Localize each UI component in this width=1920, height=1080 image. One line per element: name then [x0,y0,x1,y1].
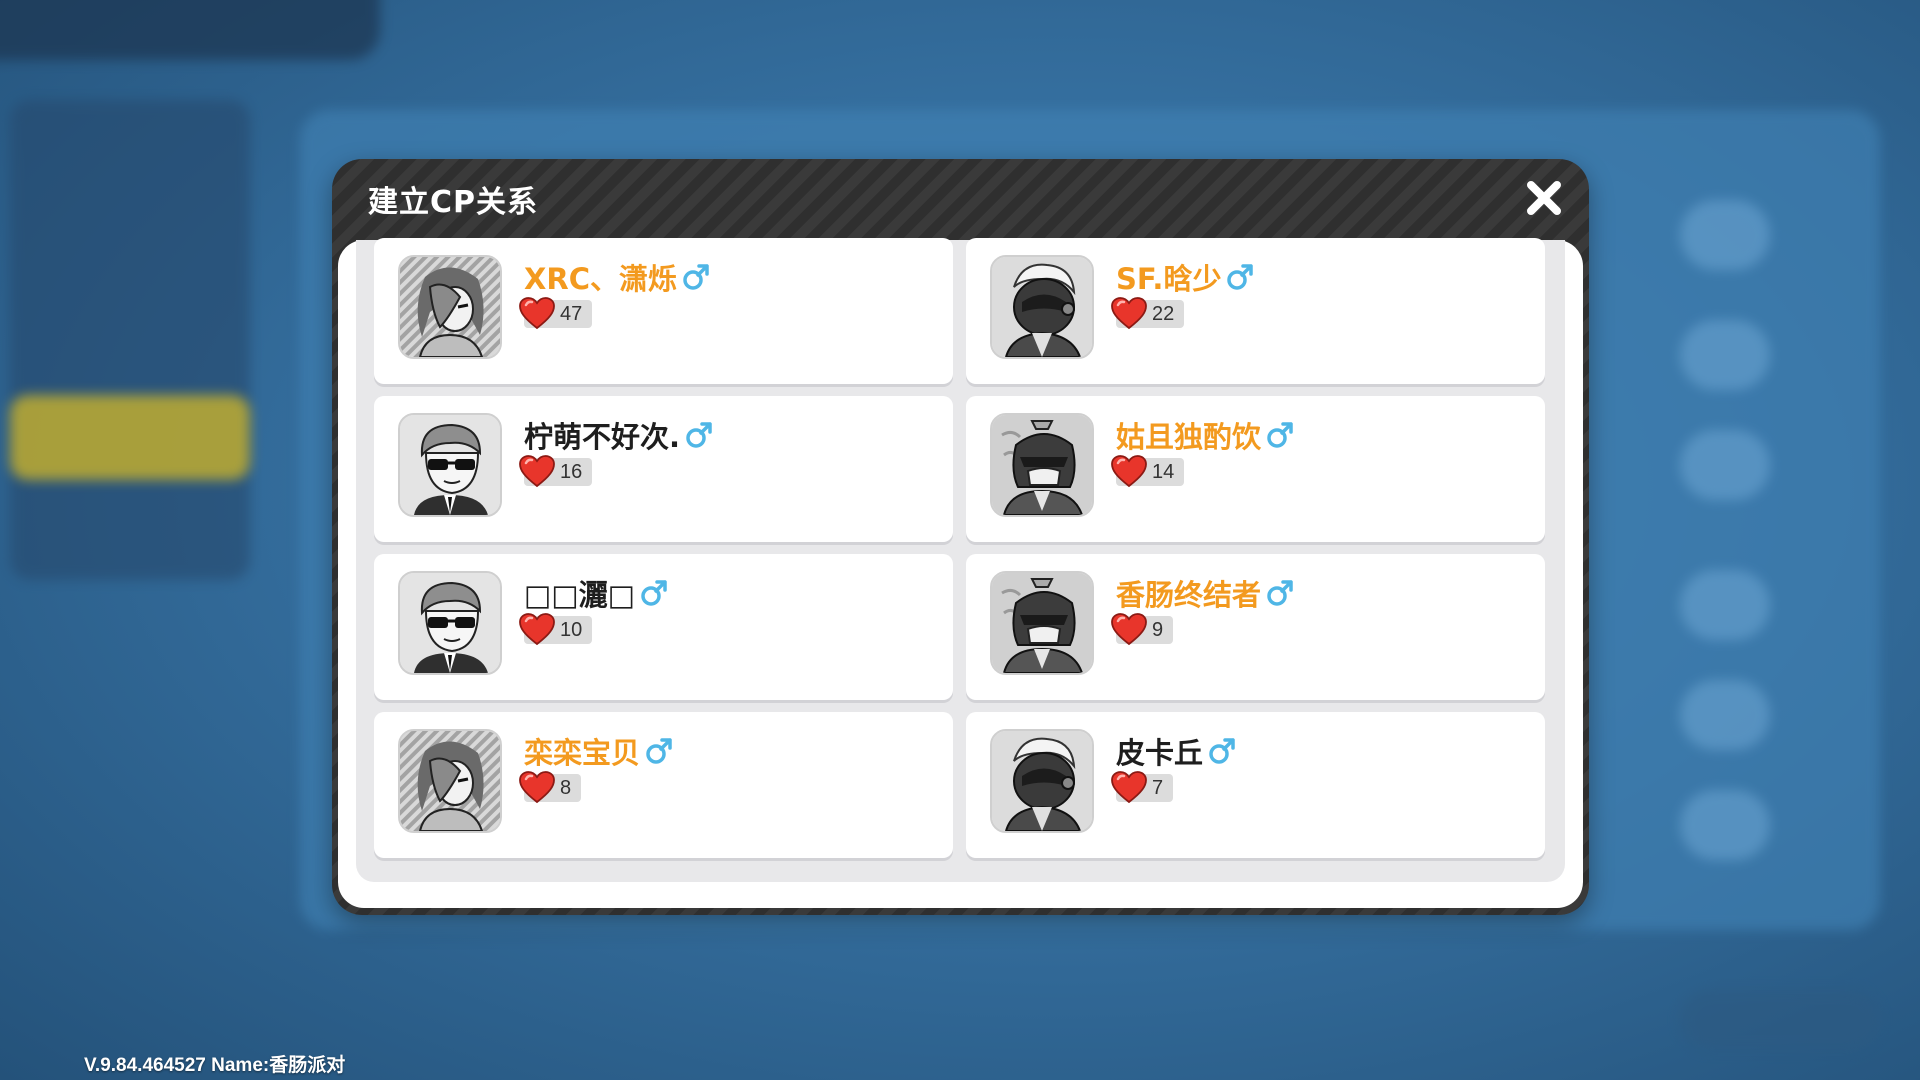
helmet-avatar [990,729,1094,833]
male-symbol-icon [641,580,667,606]
masked-ninja-avatar [990,413,1094,517]
helmet-avatar [990,255,1094,359]
heart-icon [1111,455,1147,488]
player-name-row: 姑且独酌饮 [1116,414,1295,456]
background-right-button [1680,200,1770,270]
player-name: □□灑□ [524,578,636,612]
player-name-row: 香肠终结者 [1116,572,1295,614]
player-card[interactable]: 柠萌不好次. 16 [374,396,953,542]
intimacy-value: 10 [560,618,583,641]
player-name-row: XRC、潇烁 [524,256,711,298]
intimacy-row: 14 [1111,455,1185,488]
background-right-button [1680,790,1770,860]
intimacy-badge: 47 [519,297,593,330]
player-name: 皮卡丘 [1116,736,1204,770]
intimacy-row: 22 [1111,297,1185,330]
long-hair-avatar [398,729,502,833]
heart-icon [1111,771,1147,804]
male-symbol-icon [683,264,709,290]
player-name-row: 皮卡丘 [1116,730,1237,772]
intimacy-value: 8 [560,776,572,799]
player-name: 姑且独酌饮 [1116,420,1262,454]
intimacy-value: 16 [560,460,583,483]
intimacy-badge: 7 [1111,771,1174,804]
male-symbol-icon [1227,264,1254,290]
intimacy-row: 7 [1111,771,1174,804]
player-name-row: 柠萌不好次. [524,414,714,456]
heart-icon [519,771,555,804]
intimacy-badge: 9 [1111,613,1174,646]
intimacy-value: 22 [1152,302,1175,325]
player-name: 栾栾宝贝 [524,736,641,770]
player-card[interactable]: 皮卡丘 7 [966,712,1545,858]
player-name-row: □□灑□ [524,572,669,614]
player-card[interactable]: XRC、潇烁 47 [374,238,953,384]
version-label: V.9.84.464527 Name:香肠派对 [84,1055,346,1076]
male-symbol-icon [646,738,672,764]
intimacy-row: 10 [519,613,593,646]
cp-relationship-dialog: 建立CP关系 XRC、潇烁 47 SF.晗少 22 柠萌不好次. 16 姑且独酌… [332,159,1589,915]
background-right-button [1680,430,1770,500]
male-symbol-icon [686,422,712,448]
intimacy-row: 9 [1111,613,1174,646]
intimacy-value: 7 [1152,776,1164,799]
long-hair-avatar [398,255,502,359]
background-right-button [1680,680,1770,750]
intimacy-badge: 10 [519,613,593,646]
male-symbol-icon [1209,738,1235,764]
intimacy-value: 14 [1152,460,1175,483]
player-name: SF.晗少 [1116,262,1222,296]
dialog-title: 建立CP关系 [368,185,539,220]
intimacy-badge: 8 [519,771,582,804]
masked-ninja-avatar [990,571,1094,675]
intimacy-row: 47 [519,297,593,330]
background-left-menu [10,100,250,580]
player-name: XRC、潇烁 [524,262,677,296]
background-right-button [1680,320,1770,390]
heart-icon [1111,297,1147,330]
player-card[interactable]: SF.晗少 22 [966,238,1545,384]
intimacy-badge: 14 [1111,455,1185,488]
player-name: 柠萌不好次. [524,420,681,454]
background-bottom-button [1680,990,1880,1050]
dialog-body: XRC、潇烁 47 SF.晗少 22 柠萌不好次. 16 姑且独酌饮 14 □□… [338,238,1583,908]
intimacy-row: 8 [519,771,582,804]
close-icon [1527,181,1561,215]
intimacy-value: 9 [1152,618,1164,641]
player-name-row: SF.晗少 [1116,256,1255,298]
sunglasses-avatar [398,571,502,675]
heart-icon [519,455,555,488]
background-right-button [1680,570,1770,640]
intimacy-value: 47 [560,302,583,325]
close-button[interactable] [1521,175,1567,221]
male-symbol-icon [1267,580,1293,606]
player-card[interactable]: 姑且独酌饮 14 [966,396,1545,542]
background-left-menu-highlight [10,395,250,480]
heart-icon [519,297,555,330]
intimacy-badge: 16 [519,455,593,488]
player-name: 香肠终结者 [1116,578,1262,612]
player-list[interactable]: XRC、潇烁 47 SF.晗少 22 柠萌不好次. 16 姑且独酌饮 14 □□… [356,238,1565,882]
intimacy-row: 16 [519,455,593,488]
background-top-bar [0,0,380,60]
player-card[interactable]: 栾栾宝贝 8 [374,712,953,858]
male-symbol-icon [1267,422,1293,448]
player-card[interactable]: □□灑□ 10 [374,554,953,700]
heart-icon [519,613,555,646]
heart-icon [1111,613,1147,646]
player-name-row: 栾栾宝贝 [524,730,674,772]
player-card[interactable]: 香肠终结者 9 [966,554,1545,700]
intimacy-badge: 22 [1111,297,1185,330]
sunglasses-avatar [398,413,502,517]
